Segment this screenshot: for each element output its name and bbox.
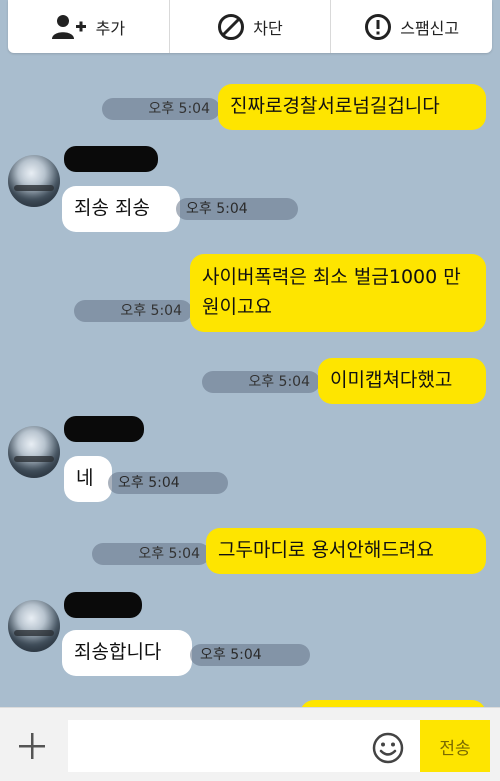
message-input[interactable] (68, 720, 420, 772)
redacted-name (64, 592, 142, 618)
redacted-name (64, 146, 158, 172)
my-message-bubble[interactable]: 진짜로경찰서로넘길겁니다 (218, 84, 486, 130)
block-button[interactable]: 차단 (168, 0, 331, 53)
chat-area[interactable]: 추가 차단 스팸신고 오후 5:04 진짜로경찰서로넘길겁니다 죄송 죄송 오후… (0, 0, 500, 707)
attach-button[interactable] (12, 726, 52, 766)
action-bar: 추가 차단 스팸신고 (8, 0, 492, 53)
redacted-name (64, 416, 144, 442)
send-button[interactable]: 전송 (420, 720, 490, 772)
message-time: 오후 5:04 (102, 98, 220, 120)
my-message-bubble-partial (300, 700, 486, 707)
add-label: 추가 (95, 18, 126, 38)
other-message-bubble[interactable]: 죄송 죄송 (62, 186, 180, 232)
smiley-icon (372, 732, 404, 764)
alert-icon (365, 13, 392, 40)
message-time: 오후 5:04 (190, 644, 310, 666)
avatar[interactable] (8, 600, 60, 652)
block-icon (218, 13, 245, 40)
spam-report-button[interactable]: 스팸신고 (330, 0, 492, 53)
message-time: 오후 5:04 (74, 300, 192, 322)
other-message-bubble[interactable]: 네 (64, 456, 112, 502)
block-label: 차단 (253, 18, 283, 38)
input-bar: 전송 (0, 707, 500, 781)
report-label: 스팸신고 (400, 18, 460, 38)
add-friend-button[interactable]: 추가 (8, 0, 169, 53)
avatar[interactable] (8, 426, 60, 478)
my-message-bubble[interactable]: 그두마디로 용서안해드려요 (206, 528, 486, 574)
message-time: 오후 5:04 (108, 472, 228, 494)
plus-icon (19, 733, 45, 759)
add-user-icon (51, 14, 86, 39)
avatar[interactable] (8, 155, 60, 207)
my-message-bubble[interactable]: 사이버폭력은 최소 벌금1000 만원이고요 (190, 254, 486, 332)
message-time: 오후 5:04 (92, 543, 210, 565)
message-time: 오후 5:04 (202, 371, 320, 393)
emoji-button[interactable] (372, 732, 404, 764)
message-time: 오후 5:04 (176, 198, 298, 220)
my-message-bubble[interactable]: 이미캡쳐다했고 (318, 358, 486, 404)
other-message-bubble[interactable]: 죄송합니다 (62, 630, 192, 676)
